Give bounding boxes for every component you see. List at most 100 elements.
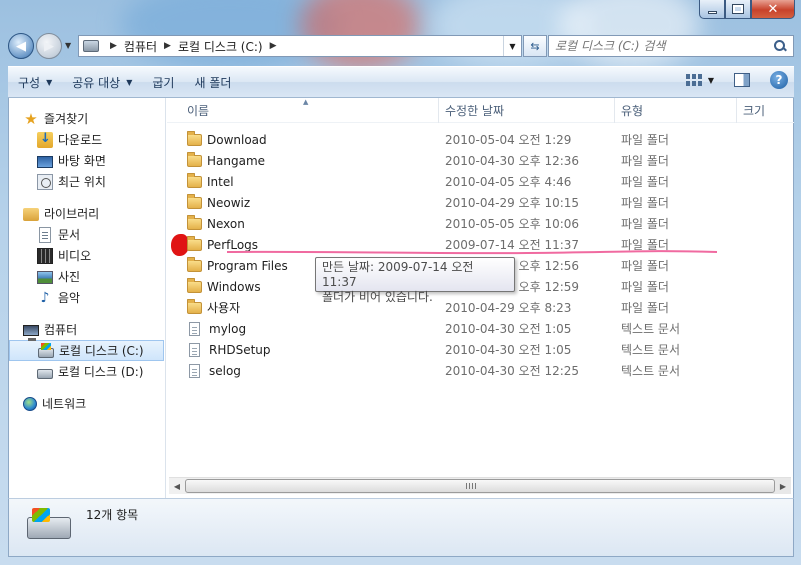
navigation-bar: ◀ ▶ ▼ ▶ 컴퓨터 ▶ 로컬 디스크 (C:) ▶ ▼ ⇆ — [8, 30, 794, 60]
preview-pane-icon[interactable] — [734, 73, 750, 87]
file-name: Windows — [207, 279, 261, 294]
table-row[interactable]: Nexon 2010-05-05 오후 10:06 파일 폴더 — [167, 213, 794, 234]
command-bar: 구성 ▼ 공유 대상 ▼ 굽기 새 폴더 ▼ ? — [8, 66, 794, 98]
search-box[interactable] — [548, 35, 794, 57]
nav-recent[interactable]: 최근 위치 — [9, 171, 165, 192]
table-row[interactable]: Neowiz 2010-04-29 오후 10:15 파일 폴더 — [167, 192, 794, 213]
table-row[interactable]: mylog 2010-04-30 오전 1:05 텍스트 문서 — [167, 318, 794, 339]
maximize-button[interactable] — [725, 0, 751, 19]
nav-label: 즐겨찾기 — [44, 112, 89, 126]
minimize-button[interactable] — [699, 0, 725, 19]
scrollbar-thumb[interactable] — [185, 479, 775, 493]
table-row[interactable]: RHDSetup 2010-04-30 오전 1:05 텍스트 문서 — [167, 339, 794, 360]
table-row[interactable]: Hangame 2010-04-30 오후 12:36 파일 폴더 — [167, 150, 794, 171]
downloads-icon — [37, 131, 53, 148]
content-area: ★ 즐겨찾기 다운로드 바탕 화면 최근 위치 라이브러리 문서 비디오 사진 ♪… — [8, 97, 794, 498]
maximize-icon — [732, 4, 744, 14]
chevron-right-icon[interactable]: ▶ — [270, 41, 277, 51]
horizontal-scrollbar[interactable]: ◀ ▶ — [169, 477, 791, 494]
file-date: 2010-04-30 오전 1:05 — [445, 322, 572, 336]
star-icon: ★ — [24, 109, 38, 128]
nav-label: 네트워크 — [42, 397, 87, 411]
nav-network[interactable]: 네트워크 — [9, 393, 165, 414]
system-drive-icon — [27, 508, 71, 539]
burn-button[interactable]: 굽기 — [142, 71, 184, 93]
nav-label: 사진 — [58, 270, 81, 284]
chevron-down-icon[interactable]: ▼ — [708, 76, 714, 85]
nav-videos[interactable]: 비디오 — [9, 245, 165, 266]
table-row[interactable]: Download 2010-05-04 오전 1:29 파일 폴더 — [167, 129, 794, 150]
folder-icon — [187, 193, 202, 209]
nav-label: 문서 — [58, 228, 81, 242]
address-dropdown-button[interactable]: ▼ — [503, 36, 521, 56]
item-count: 12개 항목 — [86, 508, 139, 522]
folder-icon — [187, 214, 202, 230]
file-name: Download — [207, 132, 267, 147]
file-name: Neowiz — [207, 195, 251, 210]
nav-libraries[interactable]: 라이브러리 — [9, 203, 165, 224]
address-bar[interactable]: ▶ 컴퓨터 ▶ 로컬 디스크 (C:) ▶ ▼ — [78, 35, 522, 57]
sort-ascending-icon: ▲ — [303, 98, 309, 106]
nav-downloads[interactable]: 다운로드 — [9, 129, 165, 150]
breadcrumb-computer[interactable]: 컴퓨터 — [124, 38, 157, 55]
pictures-icon — [37, 271, 53, 284]
new-folder-button[interactable]: 새 폴더 — [184, 71, 241, 93]
burn-label: 굽기 — [152, 75, 175, 90]
nav-computer[interactable]: 컴퓨터 — [9, 319, 165, 341]
drive-icon — [37, 368, 53, 379]
caption-buttons: ✕ — [699, 0, 795, 20]
column-label: 유형 — [621, 103, 644, 118]
details-pane: 12개 항목 — [8, 498, 794, 557]
close-button[interactable]: ✕ — [751, 0, 795, 19]
help-icon[interactable]: ? — [770, 71, 788, 89]
nav-label: 최근 위치 — [58, 175, 106, 189]
chevron-right-icon[interactable]: ▶ — [110, 41, 117, 51]
file-type: 텍스트 문서 — [621, 343, 681, 357]
scroll-left-icon[interactable]: ◀ — [170, 480, 184, 493]
column-header-type[interactable]: 유형 — [615, 97, 737, 123]
nav-label: 음악 — [58, 291, 81, 305]
search-icon[interactable] — [773, 39, 787, 53]
file-date: 2010-04-30 오후 12:36 — [445, 154, 580, 168]
file-type: 파일 폴더 — [621, 301, 669, 315]
close-icon: ✕ — [767, 1, 779, 17]
column-label: 크기 — [743, 103, 766, 118]
refresh-button[interactable]: ⇆ — [523, 35, 547, 57]
library-icon — [23, 208, 39, 221]
minimize-icon — [707, 10, 717, 14]
refresh-icon: ⇆ — [530, 39, 540, 53]
file-name: mylog — [209, 321, 247, 336]
organize-button[interactable]: 구성 ▼ — [8, 71, 62, 93]
folder-tooltip: 만든 날짜: 2009-07-14 오전 11:37 폴더가 비어 있습니다. — [315, 257, 515, 304]
back-button[interactable]: ◀ — [8, 33, 34, 59]
new-folder-label: 새 폴더 — [194, 75, 232, 90]
computer-drive-icon — [83, 40, 99, 52]
nav-drive-d[interactable]: 로컬 디스크 (D:) — [9, 361, 165, 382]
column-header-modified[interactable]: 수정한 날짜 — [439, 97, 615, 123]
arrow-left-icon: ◀ — [16, 38, 26, 54]
forward-button[interactable]: ▶ — [36, 33, 62, 59]
folder-icon — [187, 298, 202, 314]
view-options-icon[interactable] — [685, 74, 702, 86]
nav-favorites[interactable]: ★ 즐겨찾기 — [9, 108, 165, 129]
share-button[interactable]: 공유 대상 ▼ — [62, 71, 142, 93]
nav-documents[interactable]: 문서 — [9, 224, 165, 245]
file-name: Program Files — [207, 258, 288, 273]
nav-desktop[interactable]: 바탕 화면 — [9, 150, 165, 171]
search-input[interactable] — [555, 39, 773, 53]
nav-music[interactable]: ♪ 음악 — [9, 287, 165, 308]
recent-pages-dropdown[interactable]: ▼ — [65, 41, 71, 50]
scroll-right-icon[interactable]: ▶ — [776, 480, 790, 493]
file-date: 2010-04-30 오전 12:25 — [445, 364, 580, 378]
column-header-size[interactable]: 크기 — [737, 98, 793, 123]
toolbar-right: ▼ ? — [685, 71, 794, 89]
table-row[interactable]: selog 2010-04-30 오전 12:25 텍스트 문서 — [167, 360, 794, 381]
table-row[interactable]: Intel 2010-04-05 오후 4:46 파일 폴더 — [167, 171, 794, 192]
music-icon: ♪ — [40, 289, 50, 306]
chevron-right-icon[interactable]: ▶ — [164, 41, 171, 51]
nav-pictures[interactable]: 사진 — [9, 266, 165, 287]
nav-drive-c[interactable]: 로컬 디스크 (C:) — [9, 340, 164, 361]
video-icon — [37, 247, 53, 264]
file-type: 파일 폴더 — [621, 280, 669, 294]
breadcrumb-drive-c[interactable]: 로컬 디스크 (C:) — [178, 38, 263, 55]
